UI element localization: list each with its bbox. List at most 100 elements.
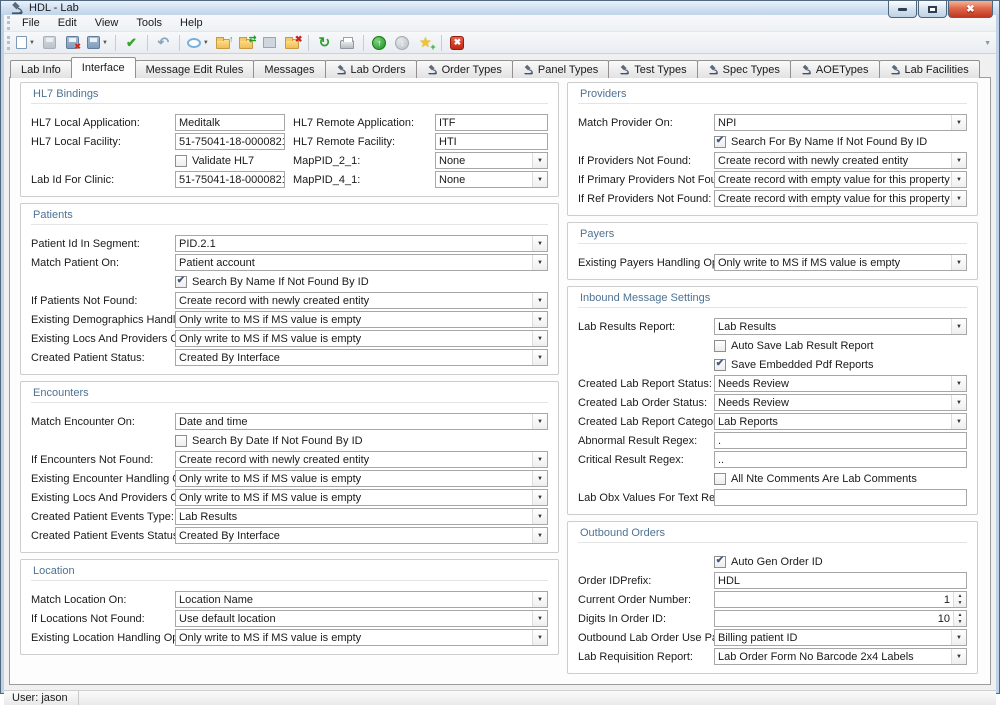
existing-payers-combo[interactable]: Only write to MS if MS value is empty [714, 254, 967, 271]
minimize-button[interactable] [888, 1, 917, 18]
lab-id-for-clinic-input[interactable]: 51-75041-18-0000821 [175, 171, 285, 188]
go-down-button-disabled[interactable]: ↓ [392, 32, 413, 53]
created-lab-report-status-combo[interactable]: Needs Review [714, 375, 967, 392]
existing-demographics-combo[interactable]: Only write to MS if MS value is empty [175, 311, 548, 328]
tab-aoetypes[interactable]: AOETypes [790, 60, 880, 78]
auto-gen-order-id-checkbox[interactable] [714, 556, 726, 568]
go-up-button[interactable]: ↑ [369, 32, 390, 53]
hl7-remote-application-input[interactable]: ITF [435, 114, 548, 131]
existing-locs-providers-combo[interactable]: Only write to MS if MS value is empty [175, 330, 548, 347]
combo-dropdown-arrow-icon[interactable] [532, 452, 547, 467]
exit-button[interactable]: ✖ [447, 32, 468, 53]
tab-interface[interactable]: Interface [71, 57, 136, 78]
tab-panel-types[interactable]: Panel Types [512, 60, 609, 78]
abnormal-result-regex-input[interactable]: . [714, 432, 967, 449]
critical-result-regex-input[interactable]: .. [714, 451, 967, 468]
created-patient-events-status-combo[interactable]: Created By Interface [175, 527, 548, 544]
map-pid-4-1-combo[interactable]: None [435, 171, 548, 188]
if-locations-not-found-combo[interactable]: Use default location [175, 610, 548, 627]
existing-location-combo[interactable]: Only write to MS if MS value is empty [175, 629, 548, 646]
tab-lab-info[interactable]: Lab Info [10, 60, 72, 78]
tab-lab-orders[interactable]: Lab Orders [325, 60, 417, 78]
if-encounters-not-found-combo[interactable]: Create record with newly created entity [175, 451, 548, 468]
combo-dropdown-arrow-icon[interactable] [951, 255, 966, 270]
combo-dropdown-arrow-icon[interactable] [532, 509, 547, 524]
created-patient-events-type-combo[interactable]: Lab Results [175, 508, 548, 525]
close-button[interactable]: ✖ [948, 1, 993, 18]
folder-upload-button[interactable]: ↑ [213, 32, 234, 53]
combo-dropdown-arrow-icon[interactable] [951, 172, 966, 187]
match-location-on-combo[interactable]: Location Name [175, 591, 548, 608]
match-provider-on-combo[interactable]: NPI [714, 114, 967, 131]
if-ref-providers-not-found-combo[interactable]: Create record with empty value for this … [714, 190, 967, 207]
combo-dropdown-arrow-icon[interactable] [951, 319, 966, 334]
if-patients-not-found-combo[interactable]: Create record with newly created entity [175, 292, 548, 309]
combo-dropdown-arrow-icon[interactable] [532, 592, 547, 607]
current-order-number-stepper[interactable]: 1 [714, 591, 967, 608]
combo-dropdown-arrow-icon[interactable] [532, 611, 547, 626]
spinner-arrows-icon[interactable] [953, 611, 966, 626]
menu-help[interactable]: Help [171, 15, 212, 31]
toolbar-overflow-chevron-icon[interactable]: ▼ [984, 40, 991, 47]
lab-obx-values-input[interactable] [714, 489, 967, 506]
menubar-grip-handle[interactable] [7, 16, 10, 30]
combo-dropdown-arrow-icon[interactable] [532, 331, 547, 346]
match-encounter-on-combo[interactable]: Date and time [175, 413, 548, 430]
auto-save-lab-result-report-checkbox[interactable] [714, 340, 726, 352]
save-button-disabled[interactable] [39, 32, 60, 53]
tab-spec-types[interactable]: Spec Types [697, 60, 791, 78]
new-document-button[interactable]: ▼ [14, 32, 37, 53]
menu-tools[interactable]: Tools [127, 15, 171, 31]
menu-view[interactable]: View [86, 15, 128, 31]
print-button[interactable] [337, 32, 358, 53]
combo-dropdown-arrow-icon[interactable] [532, 414, 547, 429]
undo-button[interactable]: ↶ [153, 32, 174, 53]
combo-dropdown-arrow-icon[interactable] [532, 255, 547, 270]
tab-order-types[interactable]: Order Types [416, 60, 513, 78]
all-nte-comments-checkbox[interactable] [714, 473, 726, 485]
refresh-button[interactable]: ↻ [314, 32, 335, 53]
combo-dropdown-arrow-icon[interactable] [951, 649, 966, 664]
map-pid-2-1-combo[interactable]: None [435, 152, 548, 169]
save-error-button[interactable]: ✖ [62, 32, 83, 53]
combo-dropdown-arrow-icon[interactable] [951, 376, 966, 391]
created-patient-status-combo[interactable]: Created By Interface [175, 349, 548, 366]
existing-encounter-combo[interactable]: Only write to MS if MS value is empty [175, 470, 548, 487]
hl7-remote-facility-input[interactable]: HTI [435, 133, 548, 150]
folder-delete-button[interactable]: ✖ [282, 32, 303, 53]
combo-dropdown-arrow-icon[interactable] [532, 293, 547, 308]
favorites-add-button[interactable]: ★ [415, 32, 436, 53]
patient-id-in-segment-combo[interactable]: PID.2.1 [175, 235, 548, 252]
hl7-local-application-input[interactable]: Meditalk [175, 114, 285, 131]
search-by-date-checkbox[interactable] [175, 435, 187, 447]
tab-lab-facilities[interactable]: Lab Facilities [879, 60, 980, 78]
search-by-name-checkbox[interactable] [175, 276, 187, 288]
combo-dropdown-arrow-icon[interactable] [532, 630, 547, 645]
combo-dropdown-arrow-icon[interactable] [532, 350, 547, 365]
maximize-button[interactable] [918, 1, 947, 18]
combo-dropdown-arrow-icon[interactable] [951, 414, 966, 429]
combo-dropdown-arrow-icon[interactable] [532, 312, 547, 327]
combo-dropdown-arrow-icon[interactable] [532, 471, 547, 486]
combo-dropdown-arrow-icon[interactable] [951, 630, 966, 645]
created-lab-report-category-combo[interactable]: Lab Reports [714, 413, 967, 430]
outbound-lab-order-patient-id-combo[interactable]: Billing patient ID [714, 629, 967, 646]
save-all-button[interactable]: ▼ [85, 32, 110, 53]
combo-dropdown-arrow-icon[interactable] [532, 153, 547, 168]
if-providers-not-found-combo[interactable]: Create record with newly created entity [714, 152, 967, 169]
save-embedded-pdf-reports-checkbox[interactable] [714, 359, 726, 371]
apply-button[interactable]: ✔ [121, 32, 142, 53]
tab-test-types[interactable]: Test Types [608, 60, 697, 78]
validate-hl7-checkbox[interactable] [175, 155, 187, 167]
lab-requisition-report-combo[interactable]: Lab Order Form No Barcode 2x4 Labels [714, 648, 967, 665]
hl7-local-facility-input[interactable]: 51-75041-18-0000821 [175, 133, 285, 150]
grid-button-disabled[interactable] [259, 32, 280, 53]
combo-dropdown-arrow-icon[interactable] [532, 528, 547, 543]
order-id-prefix-input[interactable]: HDL [714, 572, 967, 589]
combo-dropdown-arrow-icon[interactable] [532, 236, 547, 251]
combo-dropdown-arrow-icon[interactable] [951, 395, 966, 410]
match-patient-on-combo[interactable]: Patient account [175, 254, 548, 271]
combo-dropdown-arrow-icon[interactable] [532, 490, 547, 505]
lab-results-report-combo[interactable]: Lab Results [714, 318, 967, 335]
combo-dropdown-arrow-icon[interactable] [951, 191, 966, 206]
